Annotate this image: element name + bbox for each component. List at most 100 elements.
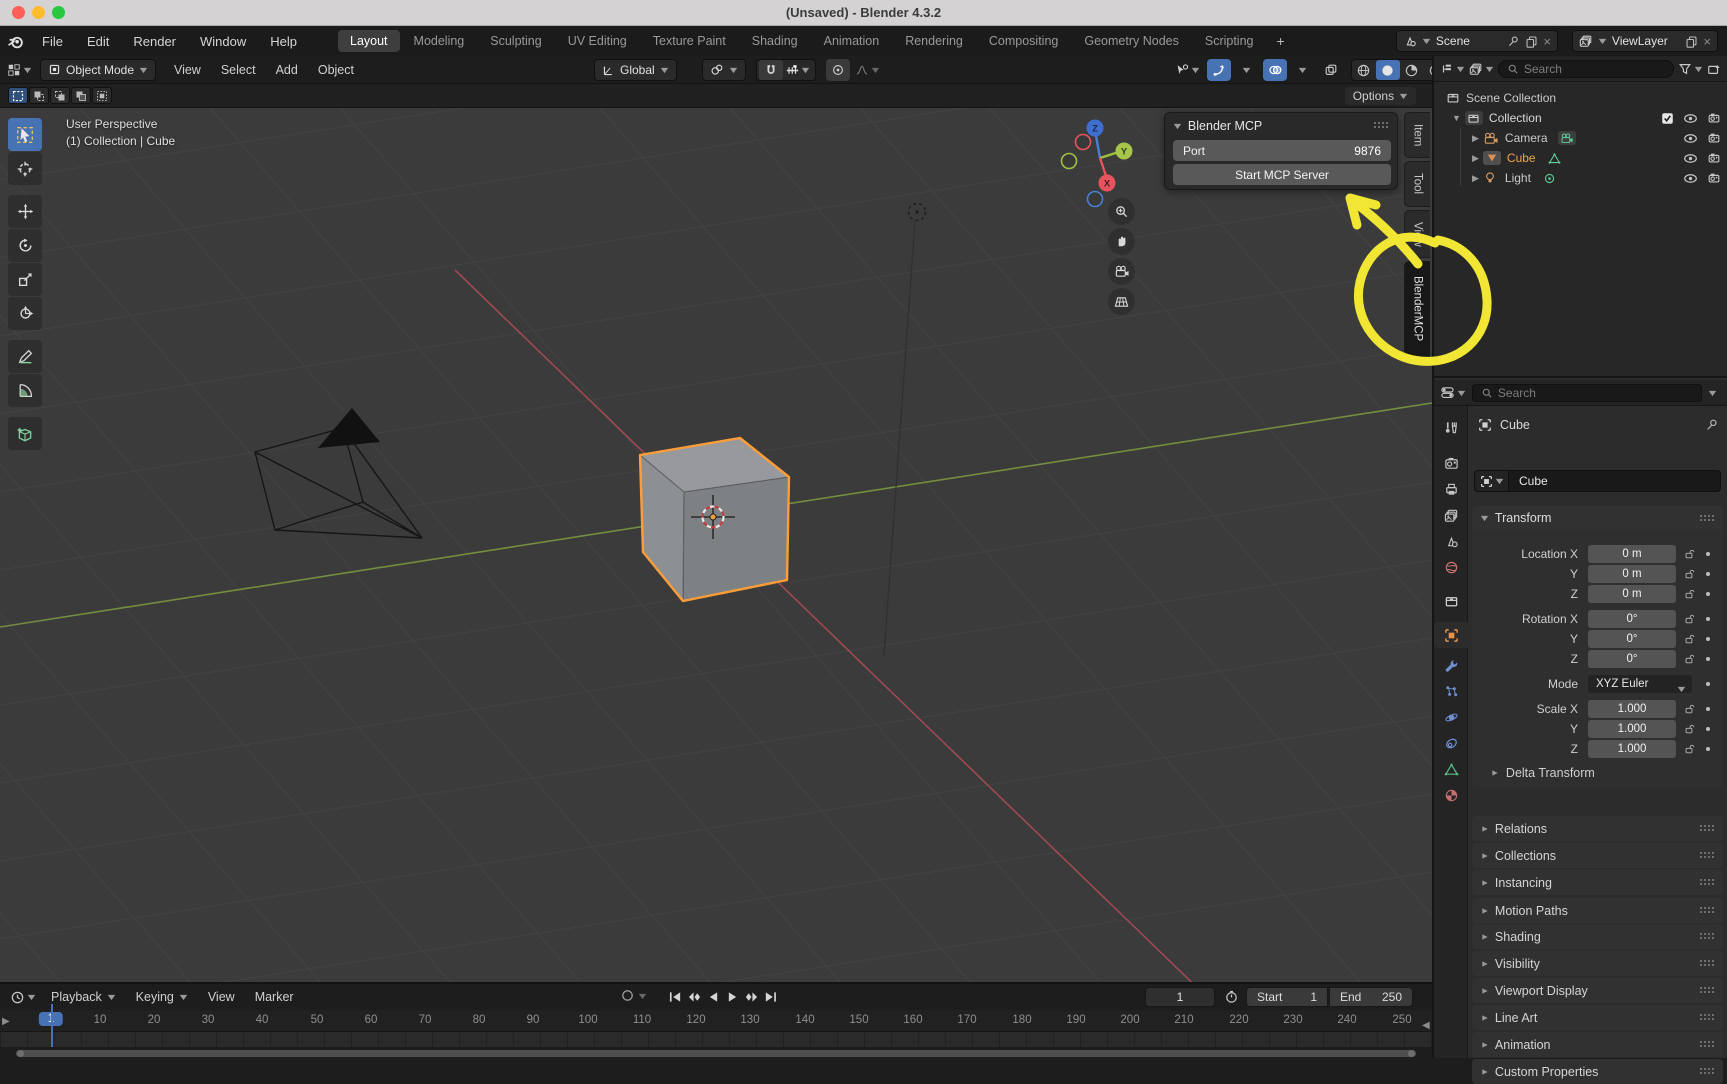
animate-dot[interactable] <box>1706 657 1710 661</box>
workspace-tab-uv-editing[interactable]: UV Editing <box>556 30 639 52</box>
workspace-tab-geometry-nodes[interactable]: Geometry Nodes <box>1072 30 1190 52</box>
scale-x-field[interactable]: 1.000 <box>1588 700 1676 718</box>
tool-add-cube[interactable] <box>8 417 42 450</box>
tool-rotate[interactable] <box>8 229 42 262</box>
lock-icon[interactable] <box>1684 723 1695 735</box>
workspace-tab-texture-paint[interactable]: Texture Paint <box>641 30 738 52</box>
jump-to-start-button[interactable] <box>666 988 685 1006</box>
hide-viewport-eye-icon[interactable] <box>1683 151 1698 166</box>
camera-data-icon[interactable] <box>1558 131 1576 145</box>
timeline-scrollbar[interactable] <box>16 1050 1416 1057</box>
drag-handle-icon[interactable] <box>1699 959 1715 968</box>
drag-handle-icon[interactable] <box>1699 906 1715 915</box>
tab-object-properties[interactable] <box>1434 622 1468 648</box>
tool-annotate[interactable] <box>8 340 42 373</box>
unlink-scene-icon[interactable]: × <box>1543 34 1551 49</box>
properties-editor-type-dropdown[interactable]: ▼ <box>1440 385 1466 400</box>
frame-end-field[interactable]: End 250 <box>1329 987 1413 1007</box>
panel-relations[interactable]: ▼Relations <box>1472 816 1723 841</box>
workspace-tab-layout[interactable]: Layout <box>338 30 400 52</box>
tool-select-box[interactable] <box>8 118 42 151</box>
panel-viewport-display[interactable]: ▼Viewport Display <box>1472 978 1723 1003</box>
zoom-view-button[interactable] <box>1108 198 1135 225</box>
menu-edit[interactable]: Edit <box>75 34 121 49</box>
transform-panel-header[interactable]: ▼ Transform <box>1472 506 1723 530</box>
sidebar-tab-view[interactable]: View <box>1404 210 1430 258</box>
rotation-y-field[interactable]: 0° <box>1588 630 1676 648</box>
tab-particle-properties[interactable] <box>1434 678 1468 704</box>
animate-dot[interactable] <box>1706 747 1710 751</box>
outliner-display-mode-dropdown[interactable]: ▼ <box>1440 62 1465 76</box>
gizmo-minus-z-ball[interactable] <box>1088 192 1103 207</box>
panel-motion-paths[interactable]: ▼Motion Paths <box>1472 898 1723 923</box>
lock-icon[interactable] <box>1684 653 1695 665</box>
remove-viewlayer-icon[interactable]: × <box>1703 34 1711 49</box>
camera-view-button[interactable] <box>1108 258 1135 285</box>
minimize-window-button[interactable] <box>32 6 45 19</box>
panel-visibility[interactable]: ▼Visibility <box>1472 951 1723 976</box>
rotation-z-field[interactable]: 0° <box>1588 650 1676 668</box>
show-object-types-dropdown[interactable]: ▼ <box>1172 59 1203 81</box>
new-viewlayer-icon[interactable] <box>1685 35 1698 48</box>
sidebar-tab-blendermcp[interactable]: BlenderMCP <box>1404 261 1430 357</box>
menu-window[interactable]: Window <box>188 34 258 49</box>
snap-settings-dropdown[interactable]: ▼ <box>783 60 813 80</box>
workspace-tab-rendering[interactable]: Rendering <box>893 30 975 52</box>
expand-row-icon[interactable]: ▶ <box>1472 153 1479 164</box>
frame-start-field[interactable]: Start 1 <box>1246 987 1328 1007</box>
menu-file[interactable]: File <box>30 34 75 49</box>
shading-solid-button[interactable] <box>1376 60 1400 80</box>
lock-icon[interactable] <box>1684 633 1695 645</box>
lock-icon[interactable] <box>1684 548 1695 560</box>
expand-left-icon[interactable]: ▶ <box>2 1016 10 1027</box>
timeline-menu-view[interactable]: View <box>199 990 244 1004</box>
panel-line-art[interactable]: ▼Line Art <box>1472 1005 1723 1030</box>
timeline-menu-playback[interactable]: Playback▼ <box>42 990 125 1004</box>
outliner-row-cube[interactable]: ▶ Cube <box>1434 148 1727 168</box>
tool-cursor[interactable] <box>8 152 42 185</box>
object-id-icon[interactable]: ▼ <box>1475 471 1509 491</box>
workspace-tab-sculpting[interactable]: Sculpting <box>478 30 553 52</box>
lock-icon[interactable] <box>1684 568 1695 580</box>
tab-viewlayer-properties[interactable] <box>1434 502 1468 528</box>
timeline-menu-marker[interactable]: Marker <box>246 990 303 1004</box>
collapse-panel-icon[interactable]: ▼ <box>1171 121 1183 131</box>
play-button[interactable] <box>723 988 742 1006</box>
add-workspace-button[interactable]: + <box>1267 33 1295 49</box>
tab-collection-properties[interactable] <box>1434 588 1468 614</box>
proportional-falloff-dropdown[interactable]: ▼ <box>852 59 883 81</box>
editor-type-button[interactable]: ▼ <box>6 63 32 77</box>
orthographic-toggle-button[interactable] <box>1108 288 1135 315</box>
overlays-dropdown[interactable]: ▼ <box>1291 59 1315 81</box>
scale-y-field[interactable]: 1.000 <box>1588 720 1676 738</box>
mode-dropdown[interactable]: Object Mode ▼ <box>40 59 156 81</box>
animate-dot[interactable] <box>1706 707 1710 711</box>
lock-icon[interactable] <box>1684 743 1695 755</box>
panel-custom-properties[interactable]: ▼Custom Properties <box>1472 1059 1723 1084</box>
animate-dot[interactable] <box>1706 617 1710 621</box>
workspace-tab-compositing[interactable]: Compositing <box>977 30 1070 52</box>
delta-transform-subpanel[interactable]: ▼ Delta Transform <box>1490 766 1595 780</box>
tab-data-properties[interactable] <box>1434 756 1468 782</box>
hide-viewport-eye-icon[interactable] <box>1683 111 1698 126</box>
start-mcp-server-button[interactable]: Start MCP Server <box>1173 164 1391 185</box>
outliner-filter-type-dropdown[interactable]: ▼ <box>1469 62 1494 76</box>
menu-help[interactable]: Help <box>258 34 309 49</box>
select-mode-intersect-button[interactable] <box>92 87 112 104</box>
drag-handle-icon[interactable] <box>1699 851 1715 860</box>
expand-collection-icon[interactable]: ▼ <box>1452 113 1461 123</box>
drag-handle-icon[interactable] <box>1699 824 1715 833</box>
select-mode-invert-button[interactable] <box>71 87 91 104</box>
rotation-mode-dropdown[interactable]: XYZ Euler▼ <box>1588 675 1692 693</box>
tab-constraint-properties[interactable] <box>1434 730 1468 756</box>
mcp-panel-header[interactable]: ▼ Blender MCP <box>1165 113 1397 138</box>
workspace-tab-animation[interactable]: Animation <box>812 30 892 52</box>
shading-material-button[interactable] <box>1400 60 1424 80</box>
panel-animation[interactable]: ▼Animation <box>1472 1032 1723 1057</box>
outliner-filter-dropdown[interactable]: ▼ <box>1678 62 1703 76</box>
shading-wireframe-button[interactable] <box>1352 60 1376 80</box>
pivot-point-dropdown[interactable]: ▼ <box>702 59 746 81</box>
viewport-menu-add[interactable]: Add <box>266 63 308 77</box>
location-x-field[interactable]: 0 m <box>1588 545 1676 563</box>
tool-transform[interactable] <box>8 297 42 330</box>
